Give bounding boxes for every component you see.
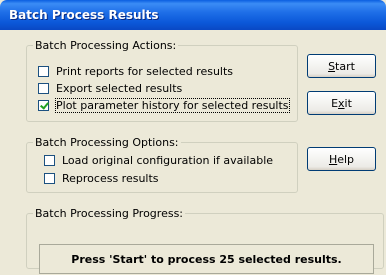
window-title: Batch Process Results (9, 8, 159, 22)
plot-history-label: Plot parameter history for selected resu… (55, 97, 290, 113)
load-config-checkbox[interactable]: Load original configuration if available (44, 152, 273, 168)
checkbox-box[interactable] (38, 82, 49, 94)
exit-label-pre: E (331, 96, 339, 110)
help-label-rest: elp (337, 152, 355, 166)
progress-message-box: Press 'Start' to process 25 selected res… (39, 244, 374, 274)
exit-button[interactable]: Ex it (307, 91, 376, 115)
help-button[interactable]: Help (307, 147, 376, 171)
checkbox-box[interactable] (44, 172, 55, 184)
load-config-label: Load original configuration if available (62, 153, 274, 167)
export-results-checkbox[interactable]: Export selected results (38, 80, 182, 96)
actions-group-label: Batch Processing Actions: (35, 39, 177, 52)
progress-group-label: Batch Processing Progress: (35, 207, 184, 220)
export-results-label: Export selected results (56, 81, 183, 95)
options-group-label: Batch Processing Options: (35, 136, 179, 149)
help-mnemonic: H (328, 152, 338, 166)
plot-history-checkbox[interactable]: Plot parameter history for selected resu… (38, 97, 290, 113)
reprocess-label: Reprocess results (62, 171, 159, 185)
print-reports-checkbox[interactable]: Print reports for selected results (38, 63, 233, 79)
print-reports-label: Print reports for selected results (56, 64, 234, 78)
progress-message: Press 'Start' to process 25 selected res… (71, 252, 342, 266)
exit-label-rest: it (344, 96, 352, 110)
checkbox-box[interactable] (38, 65, 49, 77)
reprocess-checkbox[interactable]: Reprocess results (44, 170, 159, 186)
start-mnemonic: S (328, 59, 336, 73)
start-label-rest: tart (335, 59, 355, 73)
start-button[interactable]: Start (307, 54, 376, 78)
dialog-window: Batch Process Results Batch Processing A… (0, 0, 386, 275)
checkbox-box[interactable] (44, 154, 55, 166)
progress-group: Batch Processing Progress: Press 'Start'… (26, 207, 384, 274)
checkbox-box[interactable] (38, 99, 49, 111)
title-bar[interactable]: Batch Process Results (0, 0, 386, 30)
